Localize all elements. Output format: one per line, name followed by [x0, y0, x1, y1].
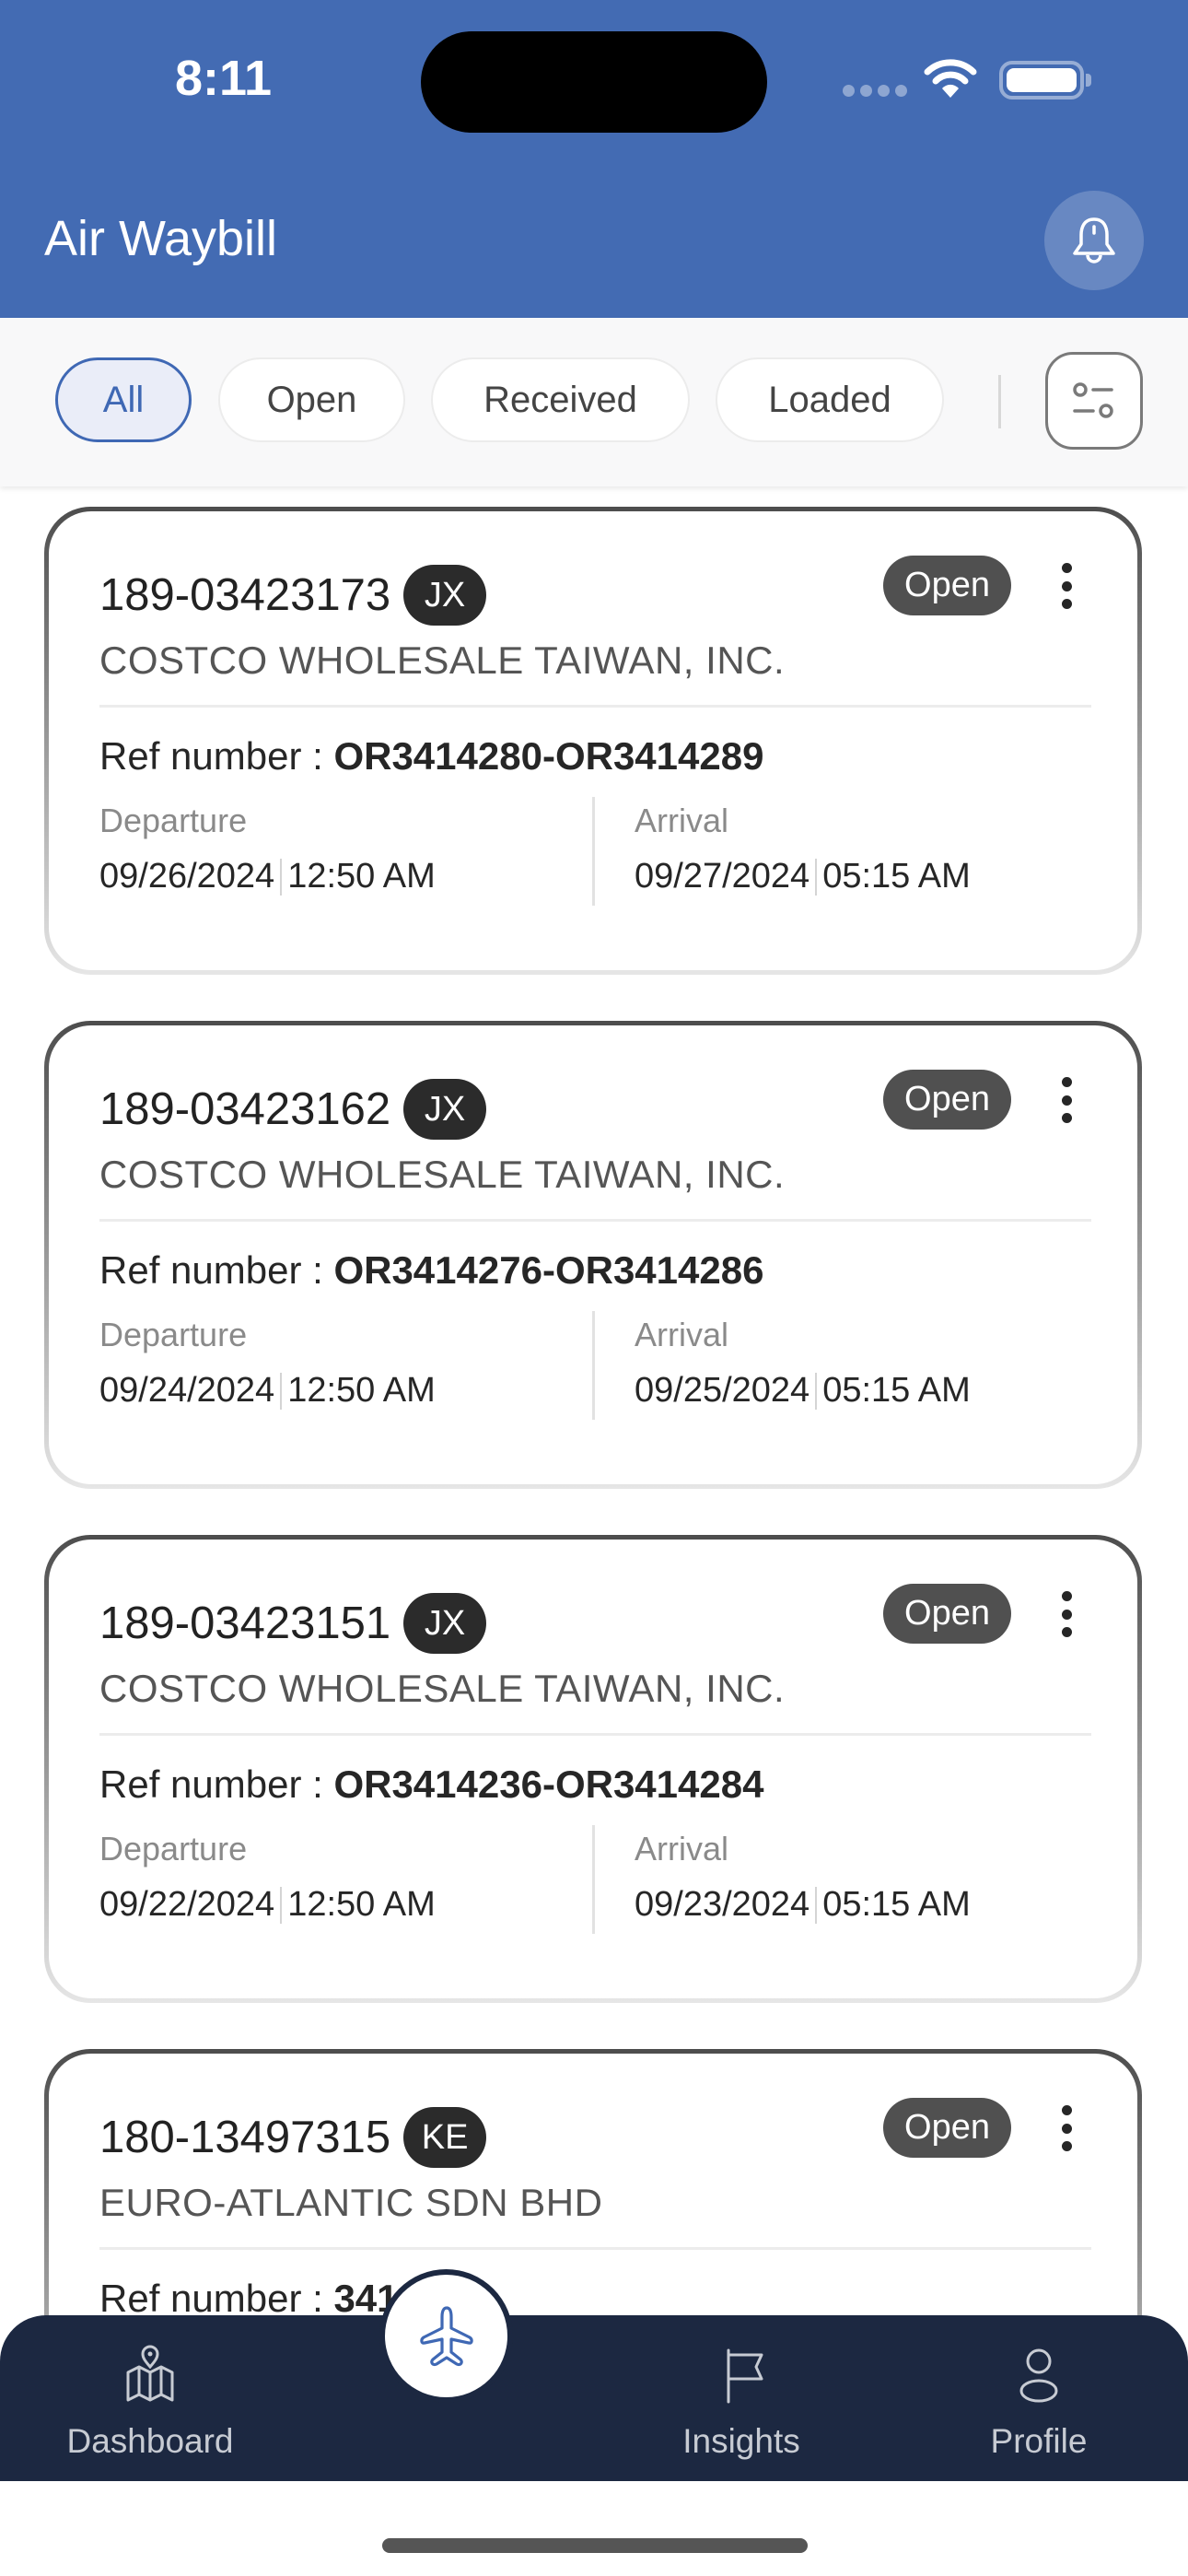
waybill-card[interactable]: 189-03423173 JX Open COSTCO WHOLESALE TAI…: [44, 507, 1142, 975]
waybill-card[interactable]: 189-03423151 JX Open COSTCO WHOLESALE TAI…: [44, 1535, 1142, 2003]
ref-number: OR3414280-OR3414289: [333, 734, 764, 778]
departure-time: 12:50 AM: [287, 1371, 436, 1410]
arrival-time: 05:15 AM: [822, 857, 971, 896]
plane-icon: [419, 2305, 473, 2366]
arrival-date: 09/25/2024: [635, 1371, 810, 1410]
status-badge: Open: [883, 1584, 1011, 1644]
arrival-label: Arrival: [635, 1830, 729, 1868]
company-name: EURO-ATLANTIC SDN BHD: [99, 2181, 603, 2224]
arrival-date: 09/27/2024: [635, 857, 810, 896]
carrier-badge: JX: [403, 565, 487, 626]
nav-label: Dashboard: [66, 2422, 234, 2460]
arrival-label: Arrival: [635, 802, 729, 839]
cellular-signal-icon: [843, 85, 907, 97]
waybill-card[interactable]: 189-03423162 JX Open COSTCO WHOLESALE TAI…: [44, 1021, 1142, 1489]
filter-divider: [998, 375, 1001, 428]
more-options-icon[interactable]: [1053, 2105, 1080, 2151]
awb-number: 189-03423151: [99, 1598, 391, 1648]
more-options-icon[interactable]: [1053, 563, 1080, 609]
ref-number: OR3414236-OR3414284: [333, 1762, 764, 1806]
departure-time: 12:50 AM: [287, 857, 436, 896]
filter-settings-button[interactable]: [1045, 352, 1143, 450]
awb-number: 189-03423162: [99, 1084, 391, 1134]
arrival-time: 05:15 AM: [822, 1885, 971, 1924]
departure-label: Departure: [99, 802, 248, 839]
card-divider: [99, 1733, 1091, 1736]
card-divider: [99, 705, 1091, 708]
departure-date: 09/22/2024: [99, 1885, 275, 1924]
status-badge: Open: [883, 1070, 1011, 1130]
column-divider: [592, 1825, 595, 1934]
card-divider: [99, 2247, 1091, 2250]
nav-item-insights[interactable]: Insights: [631, 2345, 852, 2461]
nav-item-profile[interactable]: Profile: [928, 2345, 1149, 2461]
bottom-nav: Dashboard Insights Profile: [0, 2315, 1188, 2481]
ref-label: Ref number :: [99, 1248, 334, 1292]
departure-time: 12:50 AM: [287, 1885, 436, 1924]
wifi-icon: [924, 59, 977, 98]
departure-date: 09/26/2024: [99, 857, 275, 896]
filter-chip-open[interactable]: Open: [218, 357, 405, 442]
status-badge: Open: [883, 2098, 1011, 2158]
page-title: Air Waybill: [44, 211, 278, 266]
company-name: COSTCO WHOLESALE TAIWAN, INC.: [99, 1667, 786, 1710]
departure-date: 09/24/2024: [99, 1371, 275, 1410]
column-divider: [592, 1311, 595, 1420]
home-indicator-area: [0, 2481, 1188, 2576]
status-time: 8:11: [174, 51, 273, 106]
departure-label: Departure: [99, 1830, 248, 1868]
nav-item-dashboard[interactable]: Dashboard: [40, 2345, 261, 2461]
filter-chip-loaded[interactable]: Loaded: [716, 357, 944, 442]
ref-label: Ref number :: [99, 734, 334, 778]
carrier-badge: JX: [403, 1079, 487, 1140]
app-header: 8:11 Air Waybill: [0, 0, 1188, 318]
company-name: COSTCO WHOLESALE TAIWAN, INC.: [99, 638, 786, 682]
ref-number: OR3414276-OR3414286: [333, 1248, 764, 1292]
filter-chip-received[interactable]: Received: [431, 357, 690, 442]
column-divider: [592, 797, 595, 906]
awb-number: 189-03423173: [99, 570, 391, 620]
status-badge: Open: [883, 556, 1011, 615]
nav-label: Insights: [682, 2422, 800, 2460]
carrier-badge: KE: [403, 2107, 487, 2168]
arrival-time: 05:15 AM: [822, 1371, 971, 1410]
flag-icon: [727, 2348, 763, 2404]
carrier-badge: JX: [403, 1593, 487, 1654]
filter-bar: All Open Received Loaded: [0, 318, 1188, 486]
card-divider: [99, 1219, 1091, 1222]
departure-label: Departure: [99, 1316, 248, 1353]
user-icon: [1019, 2348, 1058, 2403]
arrival-label: Arrival: [635, 1316, 729, 1353]
awb-number: 180-13497315: [99, 2113, 391, 2162]
home-indicator: [382, 2538, 808, 2553]
filter-chip-all[interactable]: All: [55, 357, 192, 442]
notifications-button[interactable]: [1044, 191, 1144, 290]
map-icon: [126, 2345, 174, 2402]
arrival-date: 09/23/2024: [635, 1885, 810, 1924]
ref-label: Ref number :: [99, 2277, 334, 2320]
bell-icon: [1073, 217, 1115, 263]
nav-label: Profile: [990, 2422, 1088, 2460]
battery-icon: [999, 61, 1091, 100]
ref-label: Ref number :: [99, 1762, 334, 1806]
company-name: COSTCO WHOLESALE TAIWAN, INC.: [99, 1153, 786, 1196]
nav-item-awb-center-button[interactable]: [385, 2275, 507, 2397]
dynamic-island: [421, 31, 767, 133]
more-options-icon[interactable]: [1053, 1591, 1080, 1637]
more-options-icon[interactable]: [1053, 1077, 1080, 1123]
sliders-icon: [1073, 382, 1113, 418]
